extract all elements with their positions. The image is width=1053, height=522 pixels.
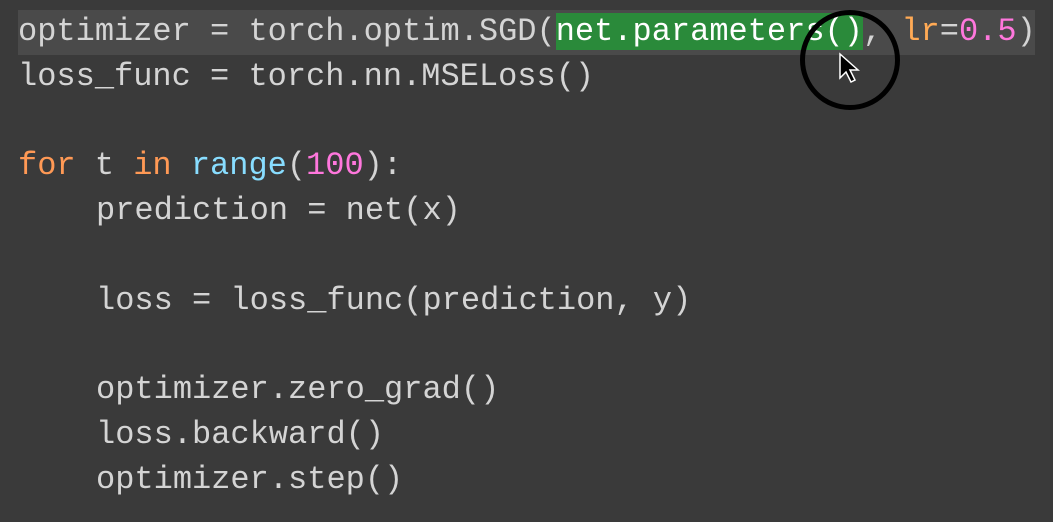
code-line-11[interactable]: optimizer.step() [18, 458, 1035, 503]
kwarg-lr-value: 0.5 [959, 13, 1017, 50]
selection-net-parameters[interactable]: net.parameters() [556, 13, 863, 50]
statement-zero-grad: optimizer.zero_grad() [96, 371, 499, 408]
call-torch-nn-mseloss: torch.nn.MSELoss() [248, 58, 594, 95]
code-line-1[interactable]: optimizer = torch.optim.SGD(net.paramete… [18, 10, 1035, 55]
operator-assign: = [191, 13, 249, 50]
statement-prediction: prediction = net(x) [96, 192, 461, 229]
keyword-for: for [18, 147, 76, 184]
variable-optimizer: optimizer [18, 13, 191, 50]
code-line-5[interactable]: prediction = net(x) [18, 189, 1035, 234]
code-line-3-blank[interactable] [18, 100, 1035, 145]
code-line-9[interactable]: optimizer.zero_grad() [18, 368, 1035, 413]
close-paren: ) [1017, 13, 1036, 50]
call-torch-optim-sgd: torch.optim.SGD( [248, 13, 555, 50]
code-line-10[interactable]: loss.backward() [18, 413, 1035, 458]
keyword-in: in [133, 147, 171, 184]
code-line-7[interactable]: loss = loss_func(prediction, y) [18, 279, 1035, 324]
builtin-range: range [191, 147, 287, 184]
number-100: 100 [306, 147, 364, 184]
close-paren-colon: ): [364, 147, 402, 184]
statement-loss: loss = loss_func(prediction, y) [96, 282, 691, 319]
open-paren: ( [287, 147, 306, 184]
variable-loss-func: loss_func [18, 58, 191, 95]
statement-step: optimizer.step() [96, 461, 403, 498]
code-line-8-blank[interactable] [18, 324, 1035, 369]
comma: , [863, 13, 901, 50]
kwarg-lr-name: lr [901, 13, 939, 50]
variable-t: t [95, 147, 114, 184]
code-line-4[interactable]: for t in range(100): [18, 144, 1035, 189]
code-line-6-blank[interactable] [18, 234, 1035, 279]
operator-assign: = [191, 58, 249, 95]
code-line-2[interactable]: loss_func = torch.nn.MSELoss() [18, 55, 1035, 100]
statement-backward: loss.backward() [96, 416, 384, 453]
kwarg-equals: = [940, 13, 959, 50]
